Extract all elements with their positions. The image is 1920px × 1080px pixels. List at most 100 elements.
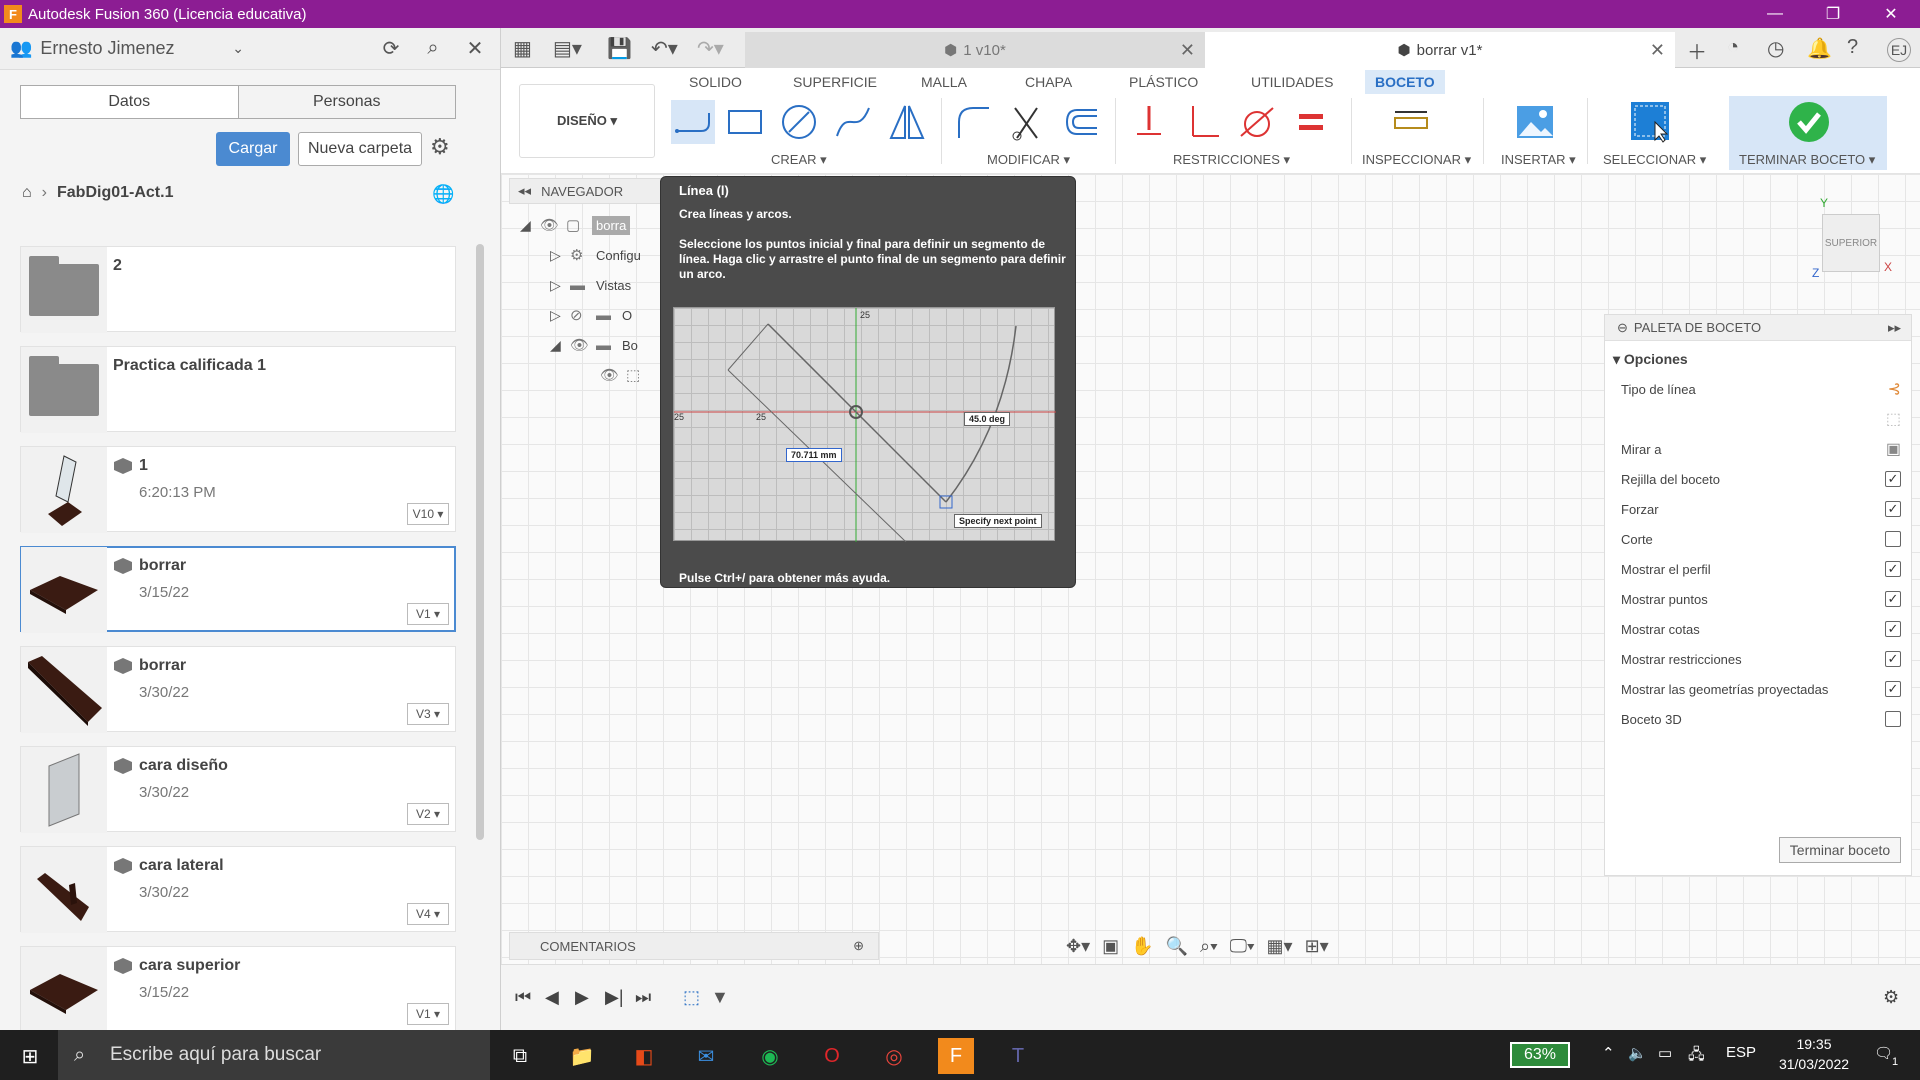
tab-document-1[interactable]: ⬢ 1 v10* ✕: [745, 32, 1205, 68]
perpendicular-constraint-icon[interactable]: [1181, 100, 1225, 144]
palette-section-options[interactable]: ▾ Opciones: [1613, 351, 1688, 368]
expand-palette-icon[interactable]: ▸▸: [1888, 320, 1901, 336]
equal-constraint-icon[interactable]: [1289, 100, 1333, 144]
tab-document-borrar[interactable]: ⬢ borrar v1* ✕: [1205, 32, 1675, 68]
close-panel-icon[interactable]: ✕: [460, 34, 490, 64]
show-dimensions-checkbox[interactable]: ✓: [1885, 621, 1901, 637]
search-icon[interactable]: ⌕: [418, 34, 448, 64]
display-settings-icon[interactable]: 🖵▾: [1230, 936, 1255, 957]
collapse-triangle-icon[interactable]: ◢: [550, 337, 570, 354]
close-tab-icon[interactable]: ✕: [1180, 40, 1195, 61]
finish-sketch-button[interactable]: Terminar boceto: [1779, 837, 1901, 863]
tree-row-root[interactable]: ◢ 👁 ▢ borra: [520, 212, 631, 238]
viewports-icon[interactable]: ⊞▾: [1305, 936, 1329, 957]
group-insertar[interactable]: INSERTAR ▾: [1501, 152, 1576, 168]
tree-row-origin[interactable]: ▷ ⊘ ▬ O: [550, 302, 632, 328]
file-explorer-icon[interactable]: 📁: [564, 1038, 600, 1074]
step-back-icon[interactable]: ◀: [545, 987, 559, 1008]
volume-icon[interactable]: 🔈: [1628, 1044, 1647, 1062]
tab-superficie[interactable]: SUPERFICIE: [793, 74, 877, 90]
tab-datos[interactable]: Datos: [21, 86, 238, 118]
select-tool-icon[interactable]: [1629, 100, 1673, 144]
eye-hidden-icon[interactable]: ⊘: [570, 306, 596, 324]
restore-icon[interactable]: ❐: [1804, 0, 1862, 28]
help-icon[interactable]: ?: [1847, 36, 1858, 59]
group-inspeccionar[interactable]: INSPECCIONAR ▾: [1362, 152, 1471, 168]
timeline-marker-icon[interactable]: ▼: [711, 987, 729, 1008]
show-projected-checkbox[interactable]: ✓: [1885, 681, 1901, 697]
slice-checkbox[interactable]: [1885, 531, 1901, 547]
list-item[interactable]: borrar 3/15/22 V1 ▾: [20, 546, 456, 633]
version-dropdown[interactable]: V1 ▾: [407, 603, 449, 625]
show-hidden-icons-icon[interactable]: ⌃: [1602, 1044, 1615, 1062]
list-item[interactable]: borrar 3/30/22 V3 ▾: [20, 646, 456, 733]
home-icon[interactable]: ⌂: [22, 184, 32, 202]
workspace-selector[interactable]: DISEÑO ▾: [519, 84, 655, 158]
show-points-checkbox[interactable]: ✓: [1885, 591, 1901, 607]
tab-plastico[interactable]: PLÁSTICO: [1129, 74, 1198, 90]
fillet-tool-icon[interactable]: [951, 100, 995, 144]
battery-indicator[interactable]: 63%: [1510, 1042, 1570, 1068]
show-profile-checkbox[interactable]: ✓: [1885, 561, 1901, 577]
group-modificar[interactable]: MODIFICAR ▾: [987, 152, 1070, 168]
measure-tool-icon[interactable]: [1389, 100, 1433, 144]
taskbar-clock[interactable]: 19:35 31/03/2022: [1776, 1034, 1852, 1074]
eye-icon[interactable]: 👁: [570, 336, 596, 354]
3d-sketch-checkbox[interactable]: [1885, 711, 1901, 727]
collapse-icon[interactable]: ◂◂: [518, 183, 531, 199]
expand-triangle-icon[interactable]: ▷: [550, 247, 570, 264]
tab-chapa[interactable]: CHAPA: [1025, 74, 1072, 90]
list-item[interactable]: Practica calificada 1: [20, 346, 456, 433]
globe-icon[interactable]: 🌐: [432, 184, 454, 205]
group-crear[interactable]: CREAR ▾: [771, 152, 827, 168]
close-tab-icon[interactable]: ✕: [1650, 40, 1665, 61]
undo-icon[interactable]: ↶▾: [651, 36, 678, 61]
scrollbar[interactable]: [476, 244, 484, 840]
tree-row-sketch[interactable]: 👁 ⬚: [600, 362, 652, 388]
zoom-icon[interactable]: 🔍: [1166, 936, 1188, 957]
trim-tool-icon[interactable]: [1005, 100, 1049, 144]
pan-icon[interactable]: ✋: [1131, 936, 1153, 957]
version-dropdown[interactable]: V3 ▾: [407, 703, 449, 725]
list-item[interactable]: cara superior 3/15/22 V1 ▾: [20, 946, 456, 1033]
fit-icon[interactable]: ⌕▾: [1200, 936, 1218, 957]
tab-personas[interactable]: Personas: [237, 86, 455, 118]
version-dropdown[interactable]: V1 ▾: [407, 1003, 449, 1025]
look-at-icon[interactable]: ▣: [1102, 936, 1119, 957]
timeline-settings-icon[interactable]: ⚙: [1883, 987, 1899, 1008]
checkmark-icon[interactable]: [1787, 100, 1831, 144]
save-icon[interactable]: 💾: [607, 36, 632, 61]
task-view-icon[interactable]: ⧉: [502, 1038, 538, 1074]
tree-row-sketches[interactable]: ◢ 👁 ▬ Bo: [550, 332, 638, 358]
circle-tool-icon[interactable]: [777, 100, 821, 144]
mirror-tool-icon[interactable]: [885, 100, 929, 144]
tab-utilidades[interactable]: UTILIDADES: [1251, 74, 1333, 90]
version-dropdown[interactable]: V2 ▾: [407, 803, 449, 825]
tree-row-config[interactable]: ▷ ⚙ Configu: [550, 242, 641, 268]
group-terminar-boceto[interactable]: TERMINAR BOCETO ▾: [1739, 152, 1875, 168]
list-item[interactable]: 2: [20, 246, 456, 333]
tab-boceto[interactable]: BOCETO: [1365, 70, 1445, 94]
notifications-icon[interactable]: 🔔: [1807, 36, 1832, 61]
eye-icon[interactable]: 👁: [540, 216, 566, 234]
play-icon[interactable]: ▶: [575, 987, 589, 1008]
office-icon[interactable]: ◧: [626, 1038, 662, 1074]
avatar[interactable]: EJ: [1887, 38, 1911, 62]
grid-settings-icon[interactable]: ▦▾: [1267, 936, 1293, 957]
go-to-start-icon[interactable]: ⏮: [515, 987, 531, 1008]
apps-grid-icon[interactable]: ▦: [513, 36, 532, 61]
notification-center-icon[interactable]: 🗨: [1874, 1044, 1893, 1062]
display-icon[interactable]: ▭: [1658, 1044, 1672, 1062]
eye-icon[interactable]: 👁: [600, 366, 626, 384]
gear-icon[interactable]: ⚙: [430, 134, 450, 160]
close-icon[interactable]: ✕: [1862, 0, 1920, 28]
look-at-icon[interactable]: ▣: [1886, 439, 1901, 459]
line-tool-icon[interactable]: [671, 100, 715, 144]
rectangle-tool-icon[interactable]: [723, 100, 767, 144]
version-dropdown[interactable]: V10 ▾: [407, 503, 449, 525]
user-name[interactable]: Ernesto Jimenez: [40, 38, 232, 59]
group-restricciones[interactable]: RESTRICCIONES ▾: [1173, 152, 1290, 168]
windows-start-icon[interactable]: ⊞: [12, 1038, 48, 1074]
tangent-constraint-icon[interactable]: [1235, 100, 1279, 144]
chevron-down-icon[interactable]: ⌄: [232, 40, 244, 57]
